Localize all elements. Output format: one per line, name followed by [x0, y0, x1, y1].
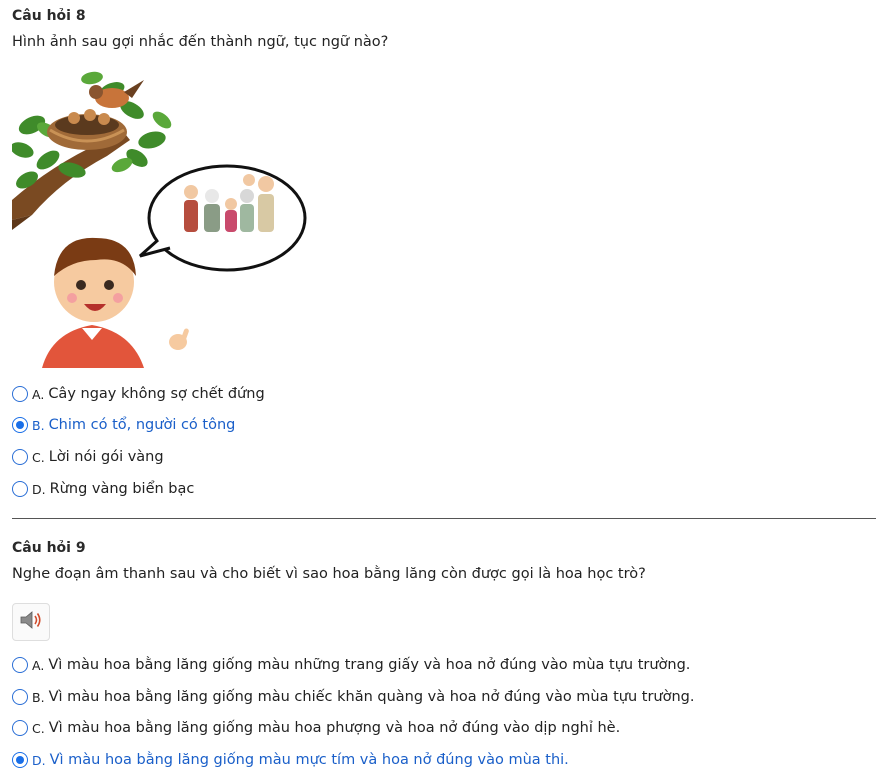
- option-text: Vì màu hoa bằng lăng giống màu mực tím v…: [49, 752, 569, 768]
- q8-option-a[interactable]: A. Cây ngay không sợ chết đứng: [12, 386, 265, 402]
- option-text: Cây ngay không sợ chết đứng: [48, 386, 265, 402]
- radio-button[interactable]: [12, 481, 28, 497]
- q8-option-c[interactable]: C. Lời nói gói vàng: [12, 449, 164, 465]
- radio-button[interactable]: [12, 417, 28, 433]
- question-9-title: Câu hỏi 9: [12, 540, 86, 556]
- q9-option-d[interactable]: D. Vì màu hoa bằng lăng giống màu mực tí…: [12, 752, 569, 768]
- q9-option-b[interactable]: B. Vì màu hoa bằng lăng giống màu chiếc …: [12, 689, 695, 705]
- option-letter: A.: [32, 657, 45, 673]
- radio-button[interactable]: [12, 752, 28, 768]
- question-9-text: Nghe đoạn âm thanh sau và cho biết vì sa…: [12, 566, 646, 582]
- option-text: Chim có tổ, người có tông: [48, 417, 236, 433]
- radio-button[interactable]: [12, 449, 28, 465]
- option-text: Vì màu hoa bằng lăng giống màu hoa phượn…: [48, 720, 621, 736]
- radio-button[interactable]: [12, 386, 28, 402]
- option-letter: A.: [32, 386, 45, 402]
- radio-button[interactable]: [12, 657, 28, 673]
- q9-option-c[interactable]: C. Vì màu hoa bằng lăng giống màu hoa ph…: [12, 720, 620, 736]
- option-letter: D.: [32, 481, 46, 497]
- question-divider: [12, 518, 876, 519]
- speaker-icon: [19, 609, 43, 635]
- option-text: Rừng vàng biển bạc: [49, 481, 195, 497]
- option-letter: C.: [32, 449, 45, 465]
- radio-button[interactable]: [12, 689, 28, 705]
- question-8-text: Hình ảnh sau gợi nhắc đến thành ngữ, tục…: [12, 34, 389, 50]
- question-8-illustration: [10, 70, 312, 368]
- option-letter: C.: [32, 720, 45, 736]
- option-text: Lời nói gói vàng: [48, 449, 164, 465]
- radio-button[interactable]: [12, 720, 28, 736]
- option-letter: D.: [32, 752, 46, 768]
- q8-option-b[interactable]: B. Chim có tổ, người có tông: [12, 417, 235, 433]
- option-letter: B.: [32, 689, 45, 705]
- q8-option-d[interactable]: D. Rừng vàng biển bạc: [12, 481, 194, 497]
- question-8-title: Câu hỏi 8: [12, 8, 86, 24]
- q9-option-a[interactable]: A. Vì màu hoa bằng lăng giống màu những …: [12, 657, 690, 673]
- option-text: Vì màu hoa bằng lăng giống màu những tra…: [48, 657, 691, 673]
- play-audio-button[interactable]: [12, 603, 50, 641]
- option-text: Vì màu hoa bằng lăng giống màu chiếc khă…: [48, 689, 695, 705]
- option-letter: B.: [32, 417, 45, 433]
